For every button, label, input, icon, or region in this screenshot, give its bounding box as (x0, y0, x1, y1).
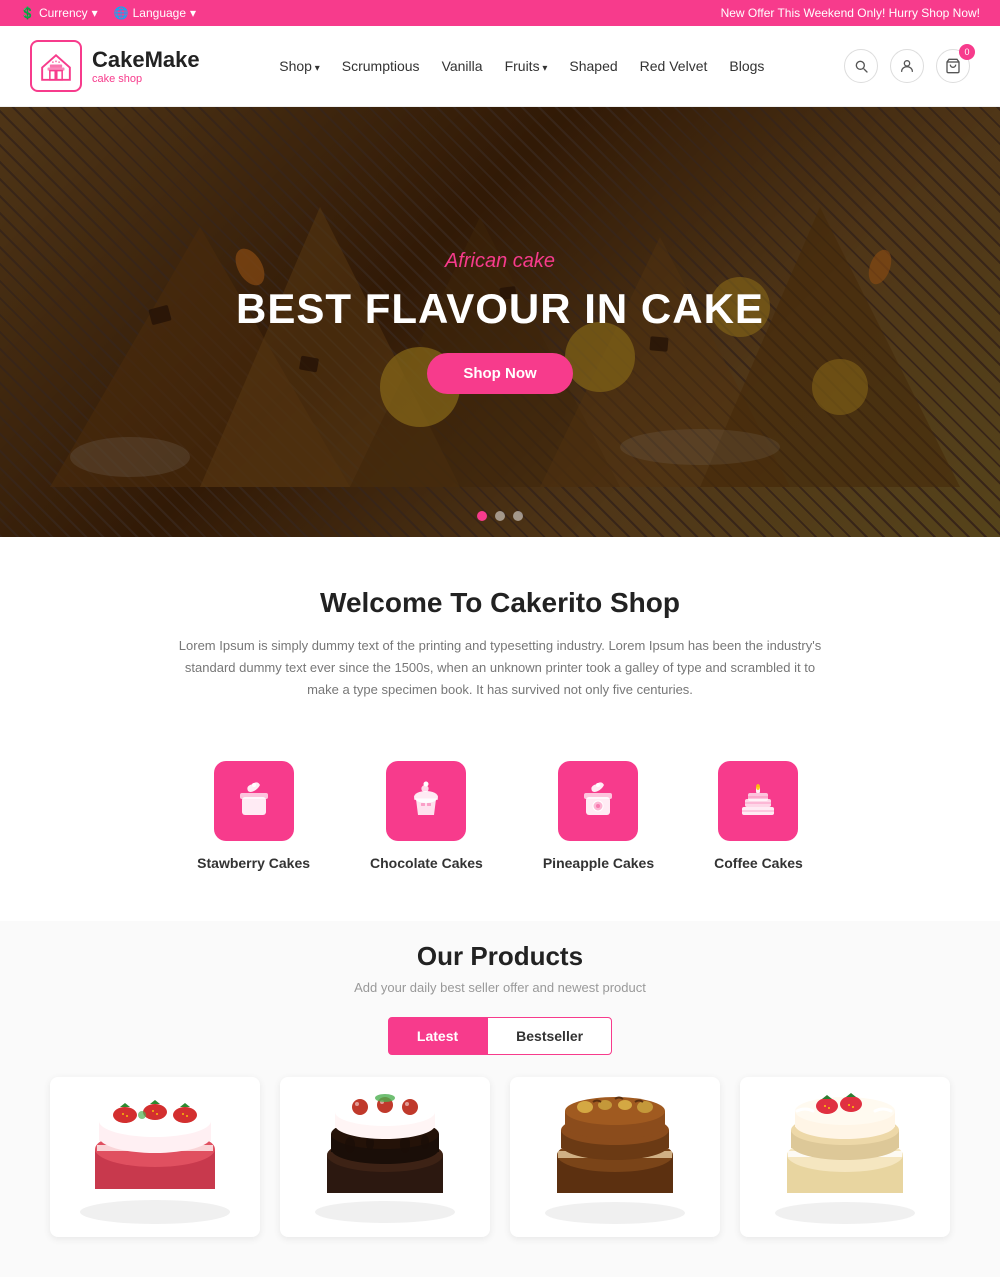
product-card-4 (740, 1077, 950, 1237)
language-icon: 🌐 (114, 6, 129, 20)
chocolate-label: Chocolate Cakes (370, 855, 483, 871)
pineapple-cake-icon (576, 779, 620, 823)
product-img-1 (50, 1077, 260, 1237)
welcome-section: Welcome To Cakerito Shop Lorem Ipsum is … (0, 537, 1000, 721)
cart-count: 0 (959, 44, 975, 60)
products-section: Our Products Add your daily best seller … (0, 921, 1000, 1277)
hero-dot-3[interactable] (513, 511, 523, 521)
header-icons: 0 (844, 49, 970, 83)
logo-text: CakeMake cake shop (92, 47, 200, 85)
hero-dot-2[interactable] (495, 511, 505, 521)
account-icon (899, 58, 915, 74)
nav-shop[interactable]: Shop (279, 58, 320, 74)
top-bar: 💲 Currency ▾ 🌐 Language ▾ New Offer This… (0, 0, 1000, 26)
top-bar-left: 💲 Currency ▾ 🌐 Language ▾ (20, 6, 196, 20)
welcome-heading: Welcome To Cakerito Shop (30, 587, 970, 619)
product-card-1 (50, 1077, 260, 1237)
account-button[interactable] (890, 49, 924, 83)
hero-dot-1[interactable] (477, 511, 487, 521)
nav-vanilla[interactable]: Vanilla (442, 58, 483, 74)
cake-img-nut (525, 1077, 705, 1237)
hero-content: African cake BEST FLAVOUR IN CAKE Shop N… (0, 107, 1000, 537)
coffee-label: Coffee Cakes (714, 855, 803, 871)
strawberry-label: Stawberry Cakes (197, 855, 310, 871)
main-nav: Shop Scrumptious Vanilla Fruits Shaped R… (279, 58, 764, 74)
language-chevron: ▾ (190, 6, 196, 20)
tab-bestseller[interactable]: Bestseller (487, 1017, 612, 1055)
products-subheading: Add your daily best seller offer and new… (30, 980, 970, 995)
cake-img-strawberry (65, 1077, 245, 1237)
product-img-3 (510, 1077, 720, 1237)
coffee-icon-box (718, 761, 798, 841)
logo-tagline: cake shop (92, 73, 200, 85)
hero-subtitle: African cake (445, 250, 555, 273)
cake-img-chocolate (295, 1077, 475, 1237)
cart-icon (945, 58, 961, 74)
category-strawberry[interactable]: Stawberry Cakes (197, 761, 310, 871)
logo[interactable]: CakeMake cake shop (30, 40, 200, 92)
product-card-2 (280, 1077, 490, 1237)
search-icon (853, 58, 869, 74)
category-chocolate[interactable]: Chocolate Cakes (370, 761, 483, 871)
hero-title: BEST FLAVOUR IN CAKE (236, 285, 764, 333)
cake-img-vanilla (755, 1077, 935, 1237)
header: CakeMake cake shop Shop Scrumptious Vani… (0, 26, 1000, 107)
product-tabs: Latest Bestseller (30, 1017, 970, 1055)
categories-section: Stawberry Cakes Chocolate Cakes (0, 721, 1000, 921)
currency-chevron: ▾ (92, 6, 98, 20)
search-button[interactable] (844, 49, 878, 83)
logo-icon (30, 40, 82, 92)
language-label: Language (133, 6, 186, 20)
pineapple-label: Pineapple Cakes (543, 855, 654, 871)
nav-shaped[interactable]: Shaped (569, 58, 617, 74)
hero-dots (477, 511, 523, 521)
category-pineapple[interactable]: Pineapple Cakes (543, 761, 654, 871)
pineapple-icon-box (558, 761, 638, 841)
product-card-3 (510, 1077, 720, 1237)
language-selector[interactable]: 🌐 Language ▾ (114, 6, 196, 20)
cart-button[interactable]: 0 (936, 49, 970, 83)
logo-svg (36, 46, 76, 86)
chocolate-icon-box (386, 761, 466, 841)
product-grid (30, 1077, 970, 1237)
welcome-description: Lorem Ipsum is simply dummy text of the … (175, 635, 825, 701)
hero-cta-button[interactable]: Shop Now (427, 353, 572, 394)
coffee-cake-icon (736, 779, 780, 823)
nav-red-velvet[interactable]: Red Velvet (640, 58, 708, 74)
products-heading: Our Products (30, 941, 970, 972)
chocolate-cake-icon (404, 779, 448, 823)
strawberry-icon-box (214, 761, 294, 841)
product-img-2 (280, 1077, 490, 1237)
nav-scrumptious[interactable]: Scrumptious (342, 58, 420, 74)
hero-section: African cake BEST FLAVOUR IN CAKE Shop N… (0, 107, 1000, 537)
nav-fruits[interactable]: Fruits (505, 58, 548, 74)
strawberry-cake-icon (232, 779, 276, 823)
category-coffee[interactable]: Coffee Cakes (714, 761, 803, 871)
nav-blogs[interactable]: Blogs (729, 58, 764, 74)
promo-text: New Offer This Weekend Only! Hurry Shop … (721, 6, 980, 20)
tab-latest[interactable]: Latest (388, 1017, 487, 1055)
currency-selector[interactable]: 💲 Currency ▾ (20, 6, 98, 20)
logo-name: CakeMake (92, 47, 200, 73)
product-img-4 (740, 1077, 950, 1237)
currency-icon: 💲 (20, 6, 35, 20)
currency-label: Currency (39, 6, 88, 20)
